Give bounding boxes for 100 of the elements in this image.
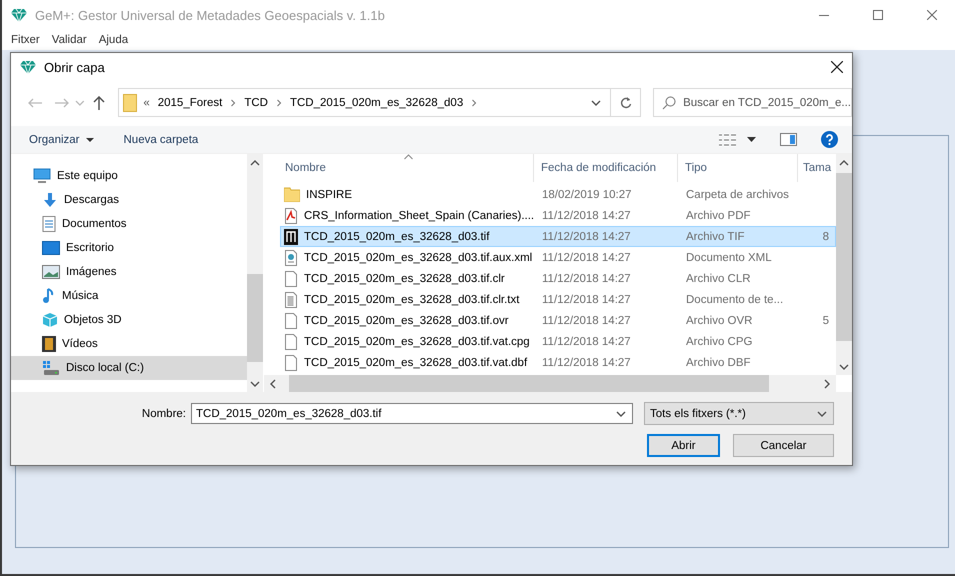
caret-icon[interactable] (747, 137, 756, 142)
dropdown-caret-icon[interactable] (616, 408, 626, 418)
file-row[interactable]: TCD_2015_020m_es_32628_d03.tif.clr.txt 11/12/2018 14:27 Documento de te... (280, 289, 836, 310)
file-type: Archivo TIF (686, 230, 745, 242)
file-name: CRS_Information_Sheet_Spain (Canaries).... (304, 210, 534, 222)
dialog-title: Obrir capa (44, 60, 106, 74)
scrollbar[interactable] (836, 154, 852, 375)
breadcrumb[interactable]: TCD_2015_020m_es_32628_d03 (290, 96, 464, 108)
file-row[interactable]: TCD_2015_020m_es_32628_d03.tif.ovr 11/12/2018 14:27 Archivo OVR 5 (280, 310, 836, 331)
chevron-icon[interactable] (230, 98, 236, 108)
file-row[interactable]: CRS_Information_Sheet_Spain (Canaries).... 11/12/2018 14:27 Archivo PDF (280, 205, 836, 226)
organize-button[interactable]: Organizar (29, 134, 94, 146)
file-type: Archivo CPG (686, 336, 752, 348)
file-name-field[interactable]: TCD_2015_020m_es_32628_d03.tif (191, 403, 633, 424)
search-field[interactable]: Buscar en TCD_2015_020m_e... (653, 88, 852, 117)
breadcrumb[interactable]: TCD (244, 96, 268, 108)
file-type: Archivo PDF (686, 210, 751, 222)
menu-item[interactable]: Validar (46, 34, 92, 46)
file-type: Carpeta de archivos (686, 188, 789, 200)
maximize-icon[interactable] (873, 10, 883, 20)
text-file-icon (284, 292, 298, 308)
nav-item[interactable]: Música (11, 284, 247, 308)
nav-item[interactable]: Escritorio (11, 236, 247, 260)
window-title: GeM+: Gestor Universal de Metadades Geoespacials v. 1.1b (35, 8, 386, 22)
film-icon (42, 336, 56, 352)
file-date: 11/12/2018 14:27 (542, 314, 631, 326)
file-name: TCD_2015_020m_es_32628_d03.tif.aux.xml (304, 252, 532, 264)
scrollbar[interactable] (247, 154, 263, 392)
column-header[interactable]: Tama (798, 154, 836, 182)
minimize-icon[interactable] (819, 14, 829, 16)
nav-item[interactable]: Este equipo (11, 164, 247, 188)
computer-icon (33, 168, 51, 184)
chevron-icon[interactable] (471, 98, 478, 108)
dialog-button[interactable]: Cancelar (733, 434, 834, 457)
picture-icon (42, 265, 60, 279)
up-arrow-icon[interactable] (92, 96, 105, 110)
file-row[interactable]: TCD_2015_020m_es_32628_d03.tif.vat.dbf 11/12/2018 14:27 Archivo DBF (280, 352, 836, 373)
scrollbar[interactable] (264, 375, 836, 392)
close-icon[interactable] (831, 61, 843, 73)
file-row[interactable]: TCD_2015_020m_es_32628_d03.tif.vat.cpg 11/12/2018 14:27 Archivo CPG (280, 331, 836, 352)
file-icon (284, 312, 298, 328)
overflow-chevron[interactable]: « (143, 96, 150, 108)
file-type: Archivo OVR (686, 314, 752, 326)
refresh-button[interactable] (610, 88, 642, 117)
nav-item[interactable]: Objetos 3D (11, 308, 247, 332)
dropdown-caret-icon[interactable] (590, 98, 601, 108)
file-name-label: Nombre: (142, 408, 186, 420)
nav-item[interactable]: Vídeos (11, 332, 247, 356)
column-header[interactable]: Nombre (264, 154, 534, 182)
file-row[interactable]: TCD_2015_020m_es_32628_d03.tif.aux.xml 11/12/2018 14:27 Documento XML (280, 247, 836, 268)
file-date: 18/02/2019 10:27 (542, 188, 632, 200)
file-type: Documento de te... (686, 294, 784, 306)
menu-item[interactable]: Ajuda (94, 34, 134, 46)
breadcrumb[interactable]: 2015_Forest (158, 96, 222, 108)
file-type: Archivo DBF (686, 356, 751, 368)
file-date: 11/12/2018 14:27 (542, 336, 631, 348)
file-name: TCD_2015_020m_es_32628_d03.tif (304, 230, 490, 242)
folder-icon (284, 187, 300, 202)
refresh-icon (620, 96, 632, 109)
file-row[interactable]: TCD_2015_020m_es_32628_d03.tif 11/12/2018 14:27 Archivo TIF 8 (280, 226, 836, 247)
file-icon (284, 270, 298, 286)
view-options-icon[interactable] (719, 134, 737, 146)
drive-icon (42, 360, 60, 376)
address-bar[interactable]: « 2015_Forest TCD TCD_2015_020m_es_32628_d03 (118, 88, 611, 117)
file-icon (284, 334, 298, 350)
file-row[interactable]: TCD_2015_020m_es_32628_d03.tif.clr 11/12/2018 14:27 Archivo CLR (280, 268, 836, 289)
column-header[interactable]: Tipo (678, 154, 798, 182)
xml-file-icon (284, 250, 298, 266)
file-type: Documento XML (686, 252, 772, 264)
nav-item[interactable]: Disco local (C:) (11, 356, 247, 380)
preview-pane-icon[interactable] (780, 133, 797, 146)
file-name: TCD_2015_020m_es_32628_d03.tif.vat.cpg (304, 336, 530, 348)
file-type-dropdown[interactable]: Tots els fitxers (*.*) (644, 402, 834, 425)
document-icon (42, 216, 56, 232)
dialog-button[interactable]: Abrir (647, 434, 720, 457)
help-icon[interactable] (821, 131, 838, 148)
music-note-icon (42, 288, 56, 304)
nav-item[interactable]: Imágenes (11, 260, 247, 284)
chevron-icon[interactable] (276, 98, 282, 108)
sort-caret-icon (404, 154, 413, 160)
nav-item[interactable]: Documentos (11, 212, 247, 236)
column-header[interactable]: Fecha de modificación (534, 154, 678, 182)
file-date: 11/12/2018 14:27 (542, 294, 631, 306)
raster-file-icon (284, 228, 298, 244)
file-name: TCD_2015_020m_es_32628_d03.tif.vat.dbf (304, 356, 528, 368)
caret-icon (86, 138, 94, 142)
search-icon (662, 96, 676, 110)
pdf-icon (284, 208, 298, 224)
new-folder-button[interactable]: Nueva carpeta (124, 134, 198, 146)
dialog-logo-icon (20, 60, 36, 74)
file-name: TCD_2015_020m_es_32628_d03.tif.ovr (304, 314, 509, 326)
file-date: 11/12/2018 14:27 (542, 230, 631, 242)
file-size: 8 (822, 230, 829, 242)
file-name: TCD_2015_020m_es_32628_d03.tif.clr (304, 272, 505, 284)
folder-icon (123, 94, 138, 112)
nav-item[interactable]: Descargas (11, 188, 247, 212)
file-row[interactable]: INSPIRE 18/02/2019 10:27 Carpeta de archivos (280, 184, 836, 205)
cube-icon (42, 312, 58, 328)
dropdown-caret-icon (817, 408, 827, 418)
menu-item[interactable]: Fitxer (6, 34, 45, 46)
